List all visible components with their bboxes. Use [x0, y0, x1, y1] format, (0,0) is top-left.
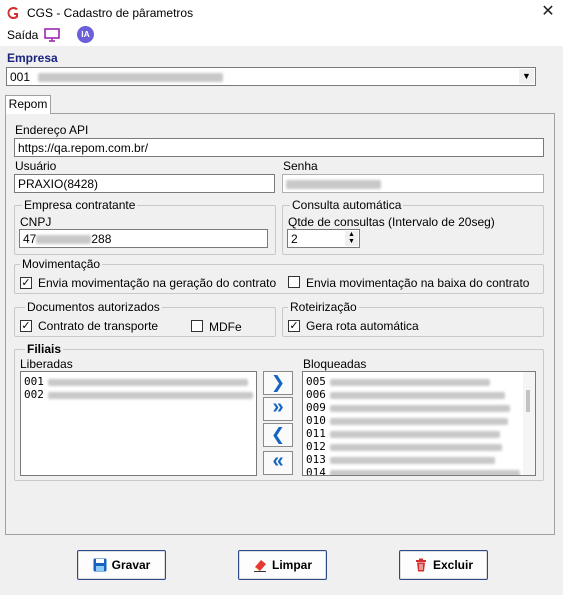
branch-code: 011 — [306, 427, 326, 440]
close-icon[interactable]: ✕ — [539, 3, 557, 21]
blocked-label: Bloqueadas — [303, 357, 367, 371]
redacted-branch-name — [330, 378, 490, 386]
doc-mdfe-checkbox[interactable] — [191, 320, 203, 332]
contracting-company-title: Empresa contratante — [22, 198, 138, 212]
list-item[interactable]: 010 — [303, 414, 535, 427]
released-list[interactable]: 001 002 — [20, 371, 257, 476]
spinner-buttons[interactable]: ▲ ▼ — [345, 231, 358, 246]
chevron-down-icon[interactable]: ▼ — [519, 69, 534, 84]
move-on-close-label[interactable]: Envia movimentação na baixa do contrato — [306, 276, 529, 290]
docs-title: Documentos autorizados — [25, 300, 162, 314]
move-on-generate-label[interactable]: Envia movimentação na geração do contrat… — [38, 276, 276, 290]
auto-route-checkbox[interactable]: ✓ — [288, 320, 300, 332]
move-on-generate-checkbox[interactable]: ✓ — [20, 277, 32, 289]
list-item[interactable]: 002 — [21, 388, 256, 401]
redacted-branch-name — [330, 430, 500, 438]
move-all-left-button[interactable]: « — [263, 451, 293, 475]
branch-code: 009 — [306, 401, 326, 414]
trash-icon — [415, 558, 426, 572]
move-all-right-button[interactable]: » — [263, 397, 293, 421]
save-label: Gravar — [111, 558, 151, 572]
endpoint-field[interactable]: https://qa.repom.com.br/ — [14, 138, 544, 157]
redacted-branch-name — [330, 469, 520, 475]
movement-title: Movimentação — [20, 257, 103, 271]
released-label: Liberadas — [20, 357, 73, 371]
auto-query-title: Consulta automática — [290, 198, 404, 212]
scrollbar-thumb[interactable] — [526, 390, 530, 412]
redacted-branch-name — [330, 391, 505, 399]
app-logo-icon — [7, 7, 18, 20]
list-item[interactable]: 014 — [303, 466, 535, 476]
redacted-cnpj — [36, 235, 92, 245]
ia-icon[interactable]: IA — [77, 26, 94, 43]
list-item[interactable]: 011 — [303, 427, 535, 440]
doc-transport-checkbox[interactable]: ✓ — [20, 320, 32, 332]
tab-repom[interactable]: Repom — [5, 95, 51, 114]
floppy-disk-icon — [93, 558, 107, 572]
query-count-spinner[interactable]: 2 ▲ ▼ — [287, 229, 360, 248]
window-title: CGS - Cadastro de pârametros — [27, 6, 194, 20]
save-button[interactable]: Gravar — [77, 550, 166, 580]
redacted-company-name — [38, 73, 224, 83]
redacted-password — [286, 180, 381, 190]
eraser-icon — [253, 560, 266, 572]
redacted-branch-name — [330, 417, 508, 425]
branch-code: 002 — [24, 388, 44, 401]
password-field[interactable] — [282, 174, 544, 193]
cnpj-suffix: 288 — [91, 232, 112, 246]
branch-code: 012 — [306, 440, 326, 453]
branch-code: 013 — [306, 453, 326, 466]
branch-code: 010 — [306, 414, 326, 427]
auto-route-label[interactable]: Gera rota automática — [306, 319, 419, 333]
move-one-right-button[interactable]: ❯ — [263, 371, 293, 395]
query-count-label: Qtde de consultas (Intervalo de 20seg) — [288, 215, 495, 229]
branch-code: 014 — [306, 466, 326, 476]
blocked-list-scrollbar[interactable] — [523, 372, 535, 475]
delete-button[interactable]: Excluir — [399, 550, 488, 580]
list-item[interactable]: 001 — [21, 375, 256, 388]
branch-code: 006 — [306, 388, 326, 401]
move-one-left-button[interactable]: ❮ — [263, 423, 293, 447]
move-on-close-checkbox[interactable] — [288, 276, 300, 288]
branch-code: 005 — [306, 375, 326, 388]
redacted-branch-name — [330, 456, 495, 464]
clear-button[interactable]: Limpar — [238, 550, 327, 580]
cnpj-prefix: 47 — [23, 232, 37, 246]
user-field[interactable]: PRAXIO(8428) — [14, 174, 275, 193]
monitor-icon[interactable] — [44, 28, 60, 42]
menu-exit[interactable]: Saída — [7, 28, 38, 42]
password-label: Senha — [283, 159, 318, 173]
list-item[interactable]: 006 — [303, 388, 535, 401]
branches-title: Filiais — [25, 342, 64, 356]
cnpj-label: CNPJ — [20, 215, 52, 229]
empresa-label: Empresa — [7, 51, 58, 65]
branch-code: 001 — [24, 375, 44, 388]
delete-label: Excluir — [432, 558, 474, 572]
blocked-list[interactable]: 005 006 009 010 011 012 013 014 — [302, 371, 536, 476]
doc-transport-label[interactable]: Contrato de transporte — [38, 319, 158, 333]
redacted-branch-name — [48, 378, 248, 386]
redacted-branch-name — [330, 404, 510, 412]
endpoint-label: Endereço API — [15, 123, 89, 137]
redacted-branch-name — [330, 443, 502, 451]
query-count-value: 2 — [291, 232, 298, 246]
routing-title: Roteirização — [288, 300, 359, 314]
list-item[interactable]: 012 — [303, 440, 535, 453]
user-label: Usuário — [15, 159, 57, 173]
clear-label: Limpar — [271, 558, 312, 572]
doc-mdfe-label[interactable]: MDFe — [209, 320, 242, 334]
empresa-select[interactable]: 001 ▼ — [6, 67, 536, 86]
cnpj-field[interactable]: 47 288 — [19, 229, 268, 248]
redacted-branch-name — [48, 391, 253, 399]
list-item[interactable]: 009 — [303, 401, 535, 414]
list-item[interactable]: 005 — [303, 375, 535, 388]
empresa-code: 001 — [10, 70, 31, 84]
list-item[interactable]: 013 — [303, 453, 535, 466]
